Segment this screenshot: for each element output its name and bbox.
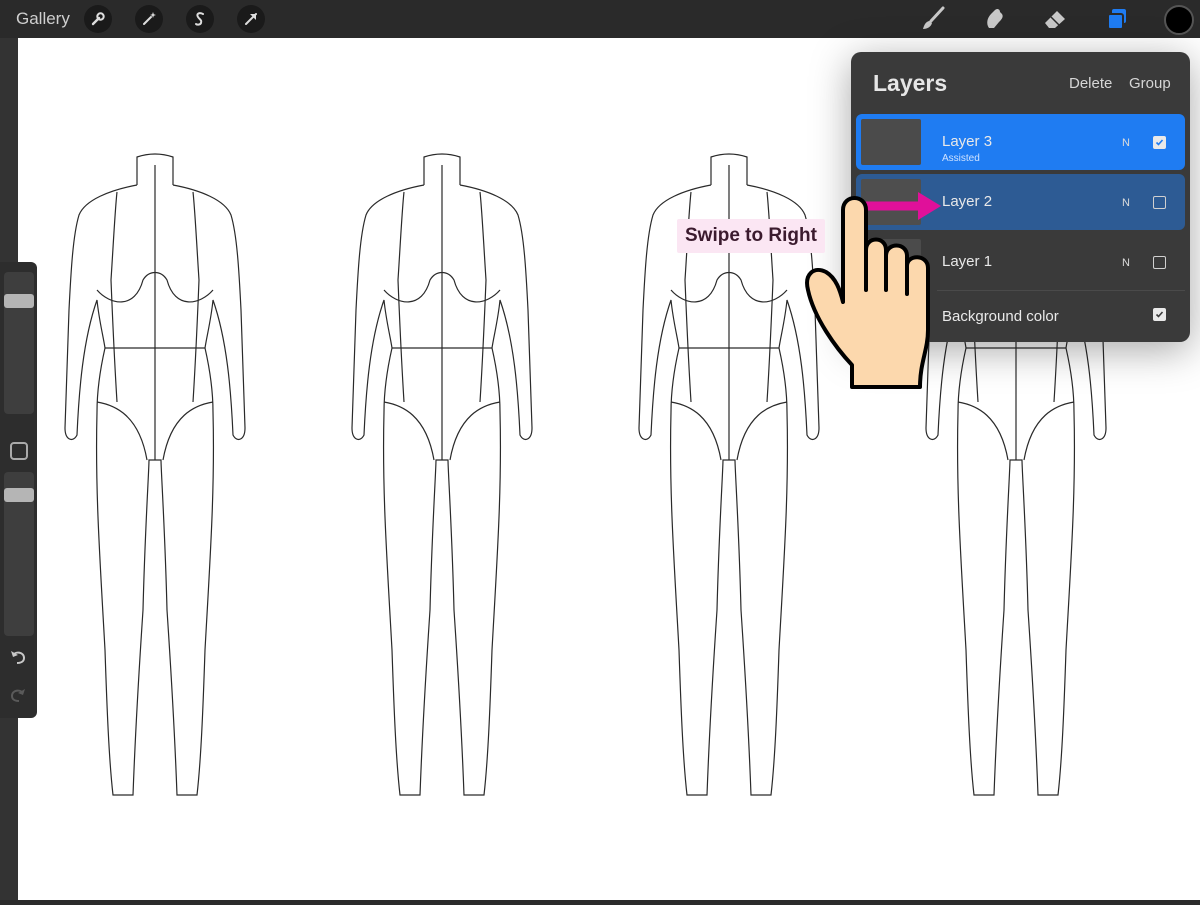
hand-swipe-icon bbox=[805, 192, 941, 389]
undo-icon[interactable] bbox=[9, 648, 27, 671]
delete-button[interactable]: Delete bbox=[1069, 75, 1112, 92]
smudge-icon[interactable] bbox=[979, 4, 1009, 34]
gallery-button[interactable]: Gallery bbox=[16, 9, 70, 29]
brush-icon[interactable] bbox=[918, 4, 948, 34]
blend-mode-button[interactable]: N bbox=[1122, 257, 1130, 269]
left-sidebar bbox=[0, 262, 37, 718]
eraser-icon[interactable] bbox=[1040, 4, 1070, 34]
group-button[interactable]: Group bbox=[1129, 75, 1171, 92]
layer-name: Layer 1 bbox=[942, 253, 993, 270]
visibility-checkbox[interactable] bbox=[1153, 308, 1166, 321]
magic-wand-icon[interactable] bbox=[135, 5, 163, 33]
visibility-checkbox[interactable] bbox=[1153, 196, 1166, 209]
opacity-slider[interactable] bbox=[4, 472, 34, 636]
modify-button[interactable] bbox=[10, 442, 28, 460]
layer-row-3[interactable]: Layer 3 Assisted N bbox=[856, 114, 1185, 170]
layer-thumbnail bbox=[861, 119, 921, 165]
transform-arrow-icon[interactable] bbox=[237, 5, 265, 33]
layer-name: Background color bbox=[942, 308, 1059, 325]
layers-icon[interactable] bbox=[1102, 4, 1132, 34]
color-picker-button[interactable] bbox=[1164, 5, 1194, 35]
visibility-checkbox[interactable] bbox=[1153, 256, 1166, 269]
blend-mode-button[interactable]: N bbox=[1122, 197, 1130, 209]
brush-size-slider[interactable] bbox=[4, 272, 34, 414]
selection-s-icon[interactable] bbox=[186, 5, 214, 33]
layer-name: Layer 3 bbox=[942, 133, 993, 150]
top-toolbar: Gallery bbox=[0, 0, 1200, 38]
wrench-icon[interactable] bbox=[84, 5, 112, 33]
opacity-thumb[interactable] bbox=[4, 488, 34, 502]
layer-sublabel: Assisted bbox=[942, 153, 980, 164]
redo-icon[interactable] bbox=[9, 686, 27, 709]
layers-title: Layers bbox=[873, 70, 948, 96]
brush-size-thumb[interactable] bbox=[4, 294, 34, 308]
layer-name: Layer 2 bbox=[942, 193, 993, 210]
visibility-checkbox[interactable] bbox=[1153, 136, 1166, 149]
blend-mode-button[interactable]: N bbox=[1122, 137, 1130, 149]
